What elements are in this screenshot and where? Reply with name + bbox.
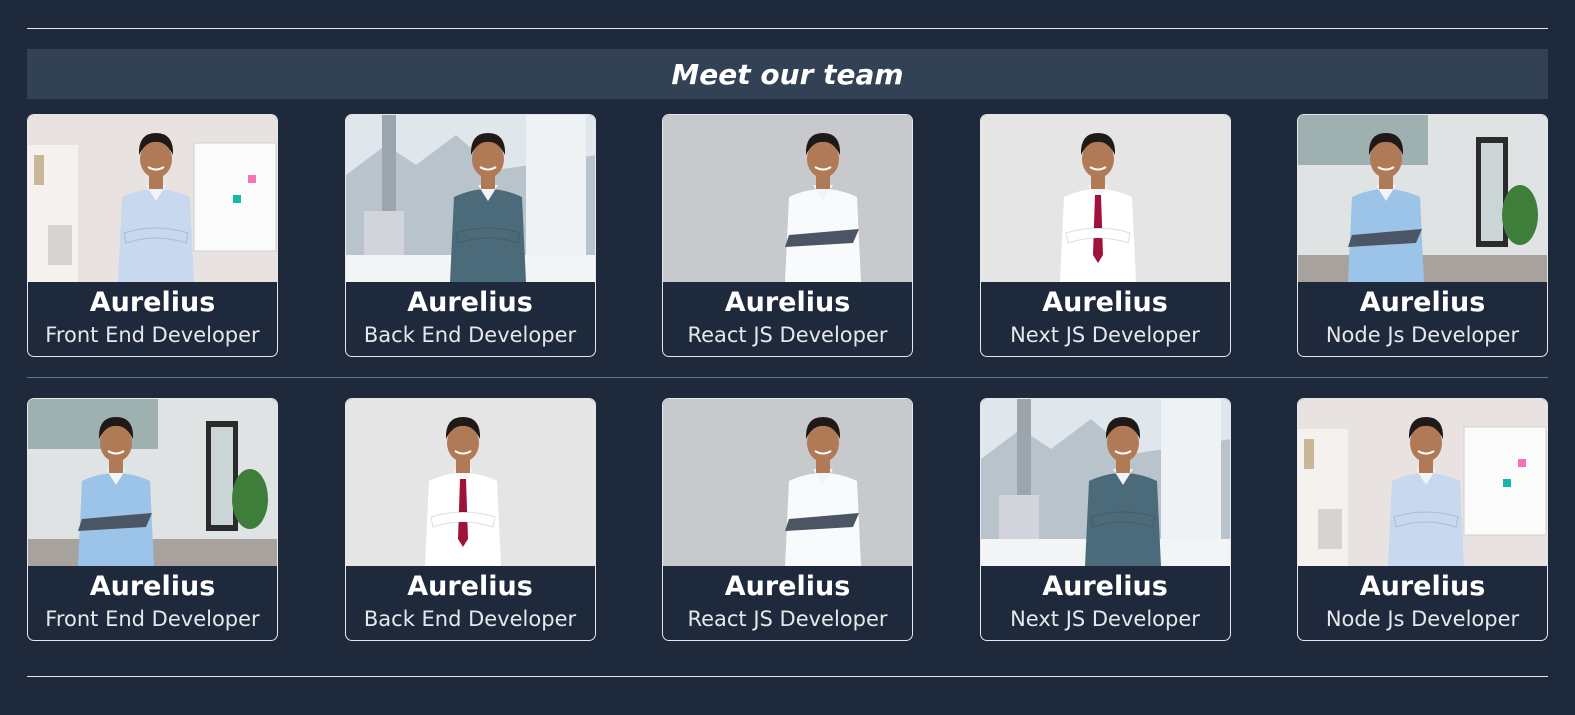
row-divider [27, 377, 1548, 378]
member-info: Aurelius Front End Developer [28, 566, 277, 640]
member-info: Aurelius Node Js Developer [1298, 566, 1547, 640]
member-role: React JS Developer [687, 323, 888, 347]
member-name: Aurelius [724, 571, 851, 602]
team-card[interactable]: Aurelius Node Js Developer [1297, 398, 1548, 641]
member-role: Back End Developer [363, 607, 577, 631]
member-role: Node Js Developer [1325, 323, 1520, 347]
team-card[interactable]: Aurelius Node Js Developer [1297, 114, 1548, 357]
team-card[interactable]: Aurelius React JS Developer [662, 114, 913, 357]
member-info: Aurelius React JS Developer [663, 566, 912, 640]
team-card[interactable]: Aurelius Next JS Developer [979, 114, 1231, 357]
member-info: Aurelius Back End Developer [346, 566, 595, 640]
team-card[interactable]: Aurelius Front End Developer [27, 114, 278, 357]
member-info: Aurelius Next JS Developer [981, 282, 1230, 356]
member-name: Aurelius [724, 287, 851, 318]
member-info: Aurelius Back End Developer [346, 282, 595, 356]
top-divider [27, 28, 1548, 29]
member-role: Node Js Developer [1325, 607, 1520, 631]
member-photo [1298, 115, 1547, 282]
team-row-2: Aurelius Front End Developer Aurelius Ba… [27, 398, 1548, 641]
member-role: Next JS Developer [1010, 323, 1200, 347]
member-role: Back End Developer [363, 323, 577, 347]
member-name: Aurelius [407, 571, 533, 602]
member-info: Aurelius Front End Developer [28, 282, 277, 356]
member-photo [663, 399, 912, 566]
section-header: Meet our team [27, 49, 1548, 99]
member-photo [980, 399, 1230, 566]
member-name: Aurelius [1359, 571, 1486, 602]
team-card[interactable]: Aurelius React JS Developer [662, 398, 913, 641]
member-name: Aurelius [407, 287, 533, 318]
member-name: Aurelius [89, 287, 216, 318]
team-card[interactable]: Aurelius Next JS Developer [979, 398, 1231, 641]
member-photo [663, 115, 912, 282]
member-photo [28, 399, 277, 566]
member-name: Aurelius [1042, 287, 1168, 318]
member-photo [980, 115, 1230, 282]
member-name: Aurelius [89, 571, 216, 602]
member-role: React JS Developer [687, 607, 888, 631]
member-name: Aurelius [1042, 571, 1168, 602]
member-role: Front End Developer [45, 607, 260, 631]
team-card[interactable]: Aurelius Back End Developer [344, 114, 596, 357]
member-name: Aurelius [1359, 287, 1486, 318]
team-row-1: Aurelius Front End Developer Aurelius Ba… [27, 114, 1548, 357]
member-photo [345, 115, 595, 282]
member-photo [345, 399, 595, 566]
member-info: Aurelius Next JS Developer [981, 566, 1230, 640]
member-photo [1298, 399, 1547, 566]
team-card[interactable]: Aurelius Front End Developer [27, 398, 278, 641]
section-title: Meet our team [671, 57, 904, 91]
team-section: Meet our team Aurelius Front End Develop… [0, 0, 1575, 715]
member-role: Next JS Developer [1010, 607, 1200, 631]
member-info: Aurelius React JS Developer [663, 282, 912, 356]
team-card[interactable]: Aurelius Back End Developer [344, 398, 596, 641]
member-info: Aurelius Node Js Developer [1298, 282, 1547, 356]
bottom-divider [27, 676, 1548, 677]
member-photo [28, 115, 277, 282]
member-role: Front End Developer [45, 323, 260, 347]
